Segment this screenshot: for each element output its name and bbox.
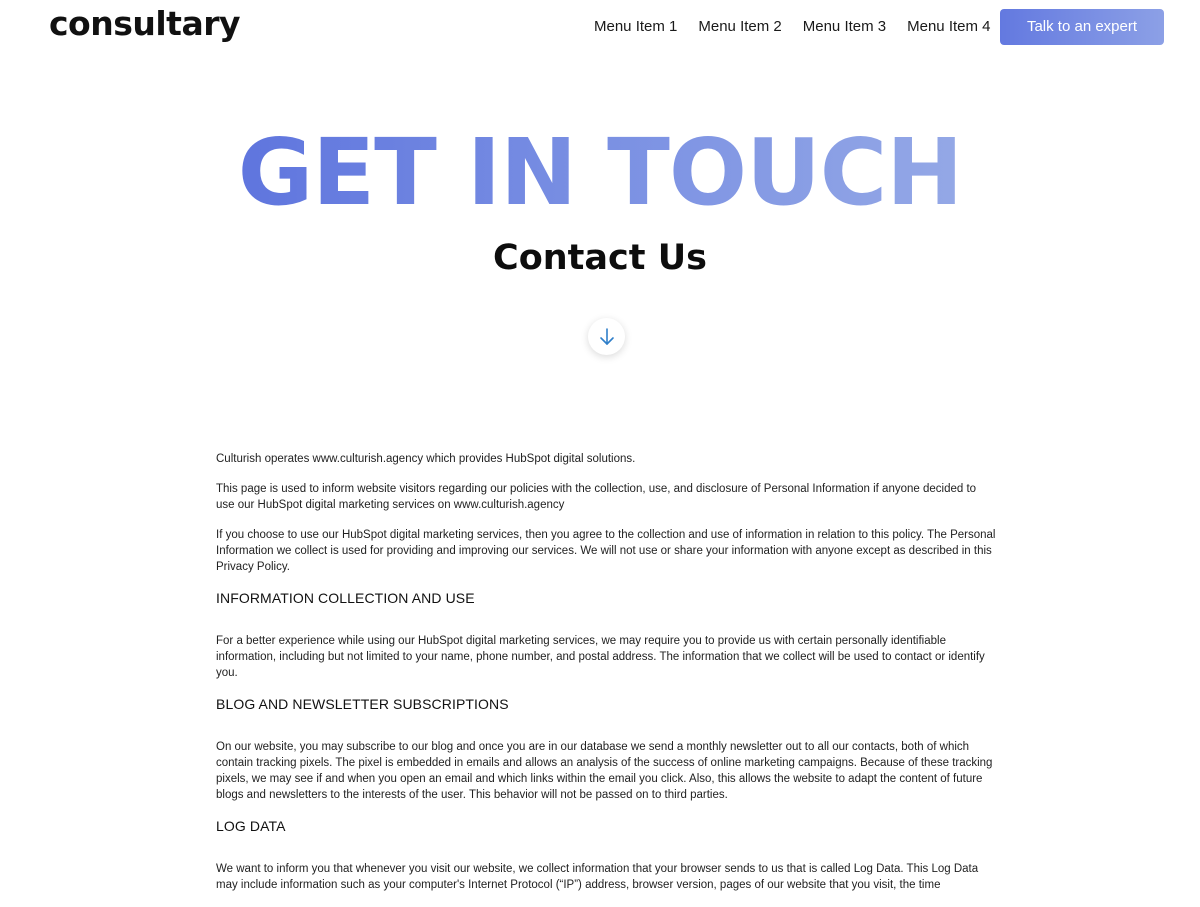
scroll-down-button[interactable]	[588, 318, 625, 355]
nav-menu-item-3[interactable]: Menu Item 3	[803, 17, 886, 37]
intro-paragraph-1: Culturish operates www.culturish.agency …	[216, 453, 636, 465]
section-body-information-collection: For a better experience while using our …	[216, 635, 985, 679]
section-body-log-data: We want to inform you that whenever you …	[216, 863, 979, 891]
site-logo[interactable]: consultary	[49, 4, 241, 43]
intro-paragraph-3: If you choose to use our HubSpot digital…	[216, 529, 996, 573]
hero-title: GET IN TOUCH	[0, 118, 1200, 228]
nav-menu-item-4[interactable]: Menu Item 4	[907, 17, 990, 37]
section-body-blog-newsletter: On our website, you may subscribe to our…	[216, 741, 993, 801]
arrow-down-icon	[599, 327, 614, 345]
site-header: consultary Menu Item 1 Menu Item 2 Menu …	[0, 0, 1200, 56]
talk-to-expert-button[interactable]: Talk to an expert	[1000, 9, 1164, 45]
privacy-policy-content: Culturish operates www.culturish.agency …	[216, 451, 996, 907]
section-heading-log-data: LOG DATA	[216, 818, 286, 834]
nav-menu-item-2[interactable]: Menu Item 2	[698, 17, 781, 37]
nav-menu-item-1[interactable]: Menu Item 1	[594, 17, 677, 37]
main-nav: Menu Item 1 Menu Item 2 Menu Item 3 Menu…	[594, 17, 1012, 37]
hero-title-text: GET IN TOUCH	[237, 119, 964, 226]
section-heading-blog-newsletter: BLOG AND NEWSLETTER SUBSCRIPTIONS	[216, 696, 509, 712]
section-heading-information-collection: INFORMATION COLLECTION AND USE	[216, 590, 475, 606]
intro-paragraph-2: This page is used to inform website visi…	[216, 483, 977, 511]
hero-subtitle: Contact Us	[493, 238, 707, 278]
